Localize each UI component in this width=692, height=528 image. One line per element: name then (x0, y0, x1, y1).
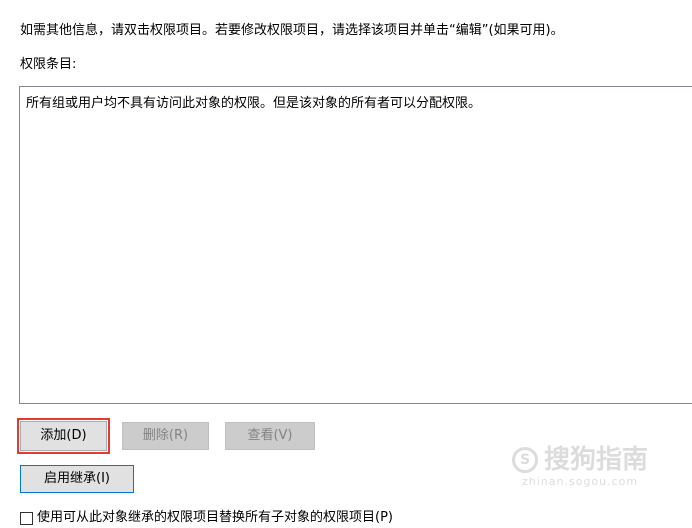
enable-inheritance-button[interactable]: 启用继承(I) (20, 465, 134, 493)
view-button[interactable]: 查看(V) (225, 422, 315, 450)
watermark: S 搜狗指南 zhinan.sogou.com (512, 445, 682, 500)
replace-child-permissions-label: 使用可从此对象继承的权限项目替换所有子对象的权限项目(P) (37, 510, 393, 525)
add-button[interactable]: 添加(D) (17, 418, 110, 454)
remove-button[interactable]: 删除(R) (122, 422, 209, 450)
permission-entries-label: 权限条目: (20, 57, 77, 72)
replace-child-permissions-row[interactable]: 使用可从此对象继承的权限项目替换所有子对象的权限项目(P) (20, 509, 393, 527)
info-text: 如需其他信息，请双击权限项目。若要修改权限项目，请选择该项目并单击“编辑”(如果… (20, 23, 564, 38)
empty-entries-message: 所有组或用户均不具有访问此对象的权限。但是该对象的所有者可以分配权限。 (26, 96, 482, 111)
watermark-main-text: 搜狗指南 (544, 445, 649, 475)
sogou-logo-icon: S (512, 447, 538, 473)
watermark-url: zhinan.sogou.com (522, 475, 639, 488)
permission-entries-list[interactable]: 所有组或用户均不具有访问此对象的权限。但是该对象的所有者可以分配权限。 (19, 86, 692, 404)
replace-child-permissions-checkbox[interactable] (20, 511, 33, 525)
